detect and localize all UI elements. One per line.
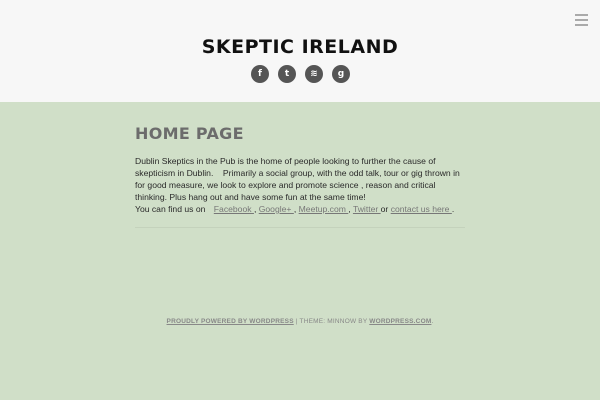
wordpress-link[interactable]: PROUDLY POWERED BY WORDPRESS: [167, 318, 294, 325]
facebook-icon[interactable]: f: [251, 65, 269, 83]
social-links: f t ≋ g: [251, 65, 351, 83]
facebook-link[interactable]: Facebook: [208, 204, 254, 214]
google-plus-link[interactable]: Google+: [259, 204, 294, 214]
meetup-link[interactable]: Meetup.com: [299, 204, 349, 214]
wordpress-com-link[interactable]: WORDPRESS.COM: [369, 318, 431, 325]
google-plus-icon[interactable]: g: [332, 65, 350, 83]
intro-paragraph: Dublin Skeptics in the Pub is the home o…: [135, 156, 460, 214]
meetup-icon[interactable]: ≋: [305, 65, 323, 83]
page-title: HOME PAGE: [135, 124, 244, 143]
menu-icon[interactable]: [575, 14, 588, 28]
page-content: Dublin Skeptics in the Pub is the home o…: [135, 155, 465, 215]
content-divider: [135, 227, 465, 228]
contact-link[interactable]: contact us here: [391, 204, 452, 214]
site-title[interactable]: SKEPTIC IRELAND: [0, 36, 600, 58]
site-header: SKEPTIC IRELAND f t ≋ g: [0, 0, 600, 102]
twitter-icon[interactable]: t: [278, 65, 296, 83]
twitter-link[interactable]: Twitter: [353, 204, 381, 214]
site-footer: PROUDLY POWERED BY WORDPRESS | THEME: MI…: [166, 318, 434, 325]
